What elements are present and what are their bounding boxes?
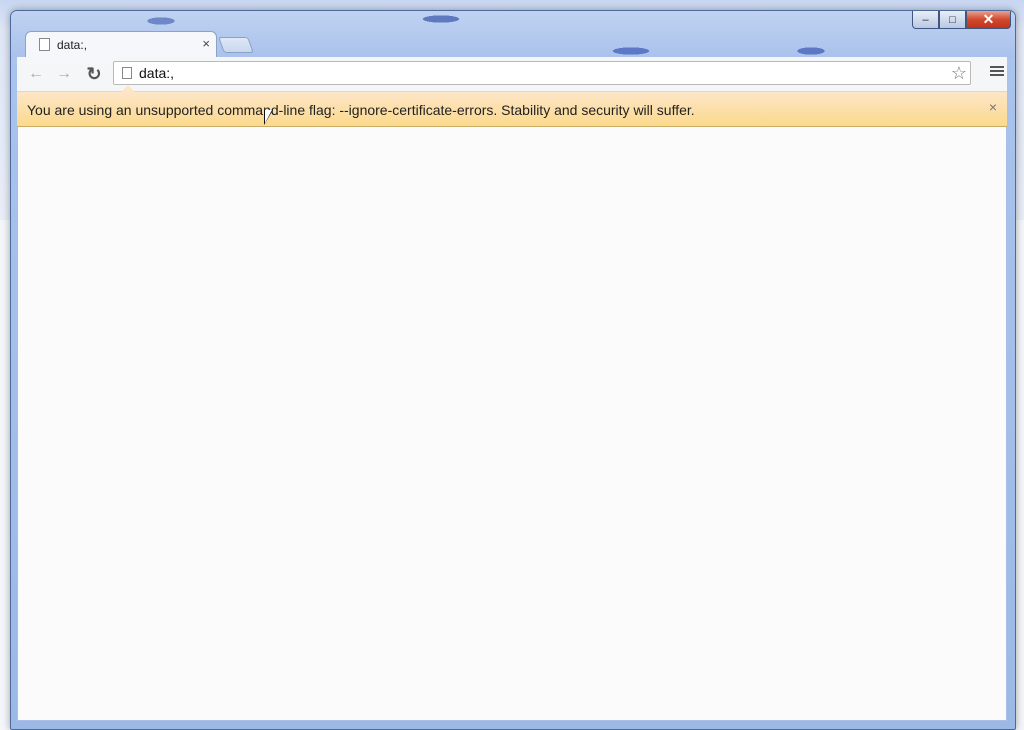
window-controls: – □ ✕ [912, 11, 1011, 31]
address-bar[interactable]: data:, ☆ [113, 61, 971, 85]
infobar-message: You are using an unsupported command-lin… [27, 102, 695, 118]
tab-active[interactable]: data:, × [25, 31, 217, 57]
new-tab-button[interactable] [218, 37, 254, 53]
minimize-icon: – [922, 13, 929, 26]
tab-title: data:, [57, 38, 88, 52]
infobar-close-icon[interactable]: × [989, 99, 997, 115]
forward-arrow-icon: → [56, 65, 72, 82]
page-content[interactable] [17, 127, 1007, 721]
infobar-arrow [121, 85, 135, 92]
toolbar: ← → ↻ data:, ☆ [17, 57, 1007, 92]
reload-icon: ↻ [86, 63, 102, 84]
maximize-button[interactable]: □ [939, 11, 966, 29]
page-icon [122, 67, 132, 79]
back-arrow-icon: ← [28, 65, 44, 82]
menu-icon [990, 66, 1004, 68]
browser-window: – □ ✕ data:, × ← → ↻ data:, ☆ You are us… [10, 10, 1016, 730]
url-text[interactable]: data:, [139, 65, 174, 81]
back-button[interactable]: ← [25, 64, 47, 84]
minimize-button[interactable]: – [912, 11, 939, 29]
maximize-icon: □ [949, 13, 956, 26]
close-icon: ✕ [982, 11, 995, 27]
page-icon [39, 38, 50, 51]
warning-infobar: You are using an unsupported command-lin… [17, 85, 1007, 127]
mouse-cursor-fill [265, 110, 272, 123]
reload-button[interactable]: ↻ [83, 64, 105, 84]
tab-close-icon[interactable]: × [202, 36, 210, 51]
close-window-button[interactable]: ✕ [966, 11, 1011, 29]
bookmark-star-icon[interactable]: ☆ [951, 63, 967, 84]
chrome-menu-button[interactable] [990, 66, 1004, 78]
forward-button[interactable]: → [53, 64, 75, 84]
